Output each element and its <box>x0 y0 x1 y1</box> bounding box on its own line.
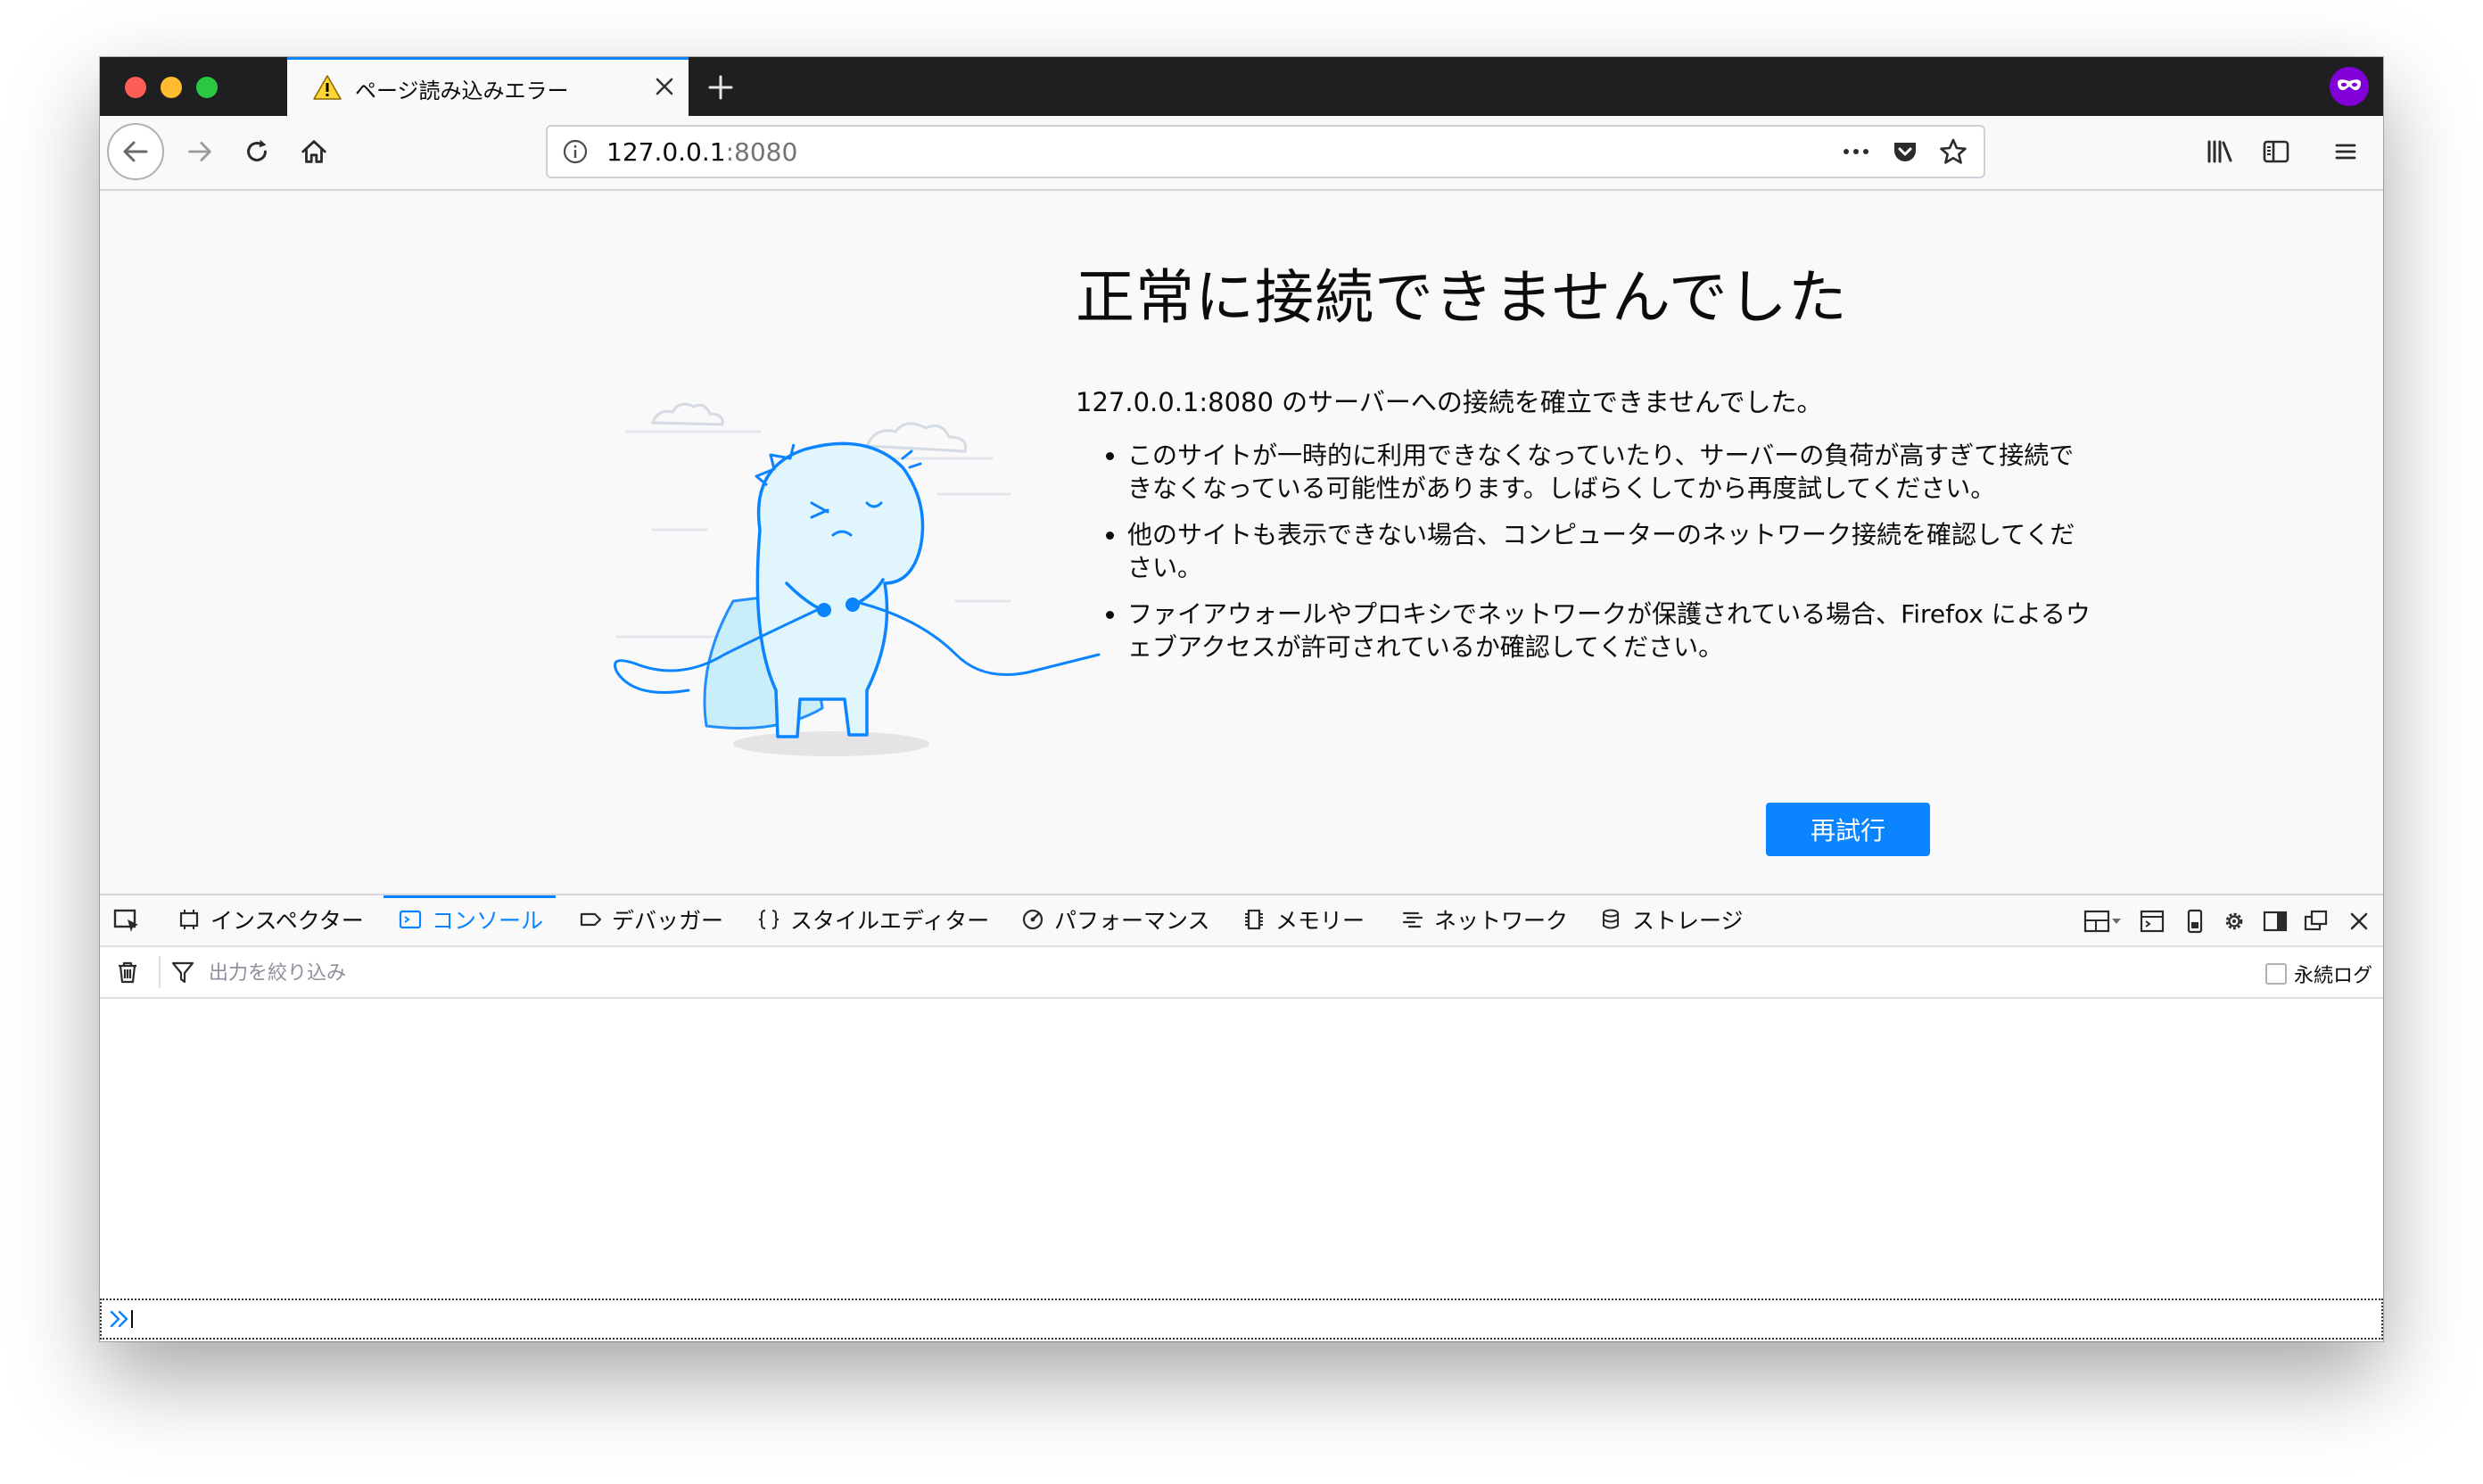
tab-inspector[interactable]: インスペクター <box>177 895 364 944</box>
error-description: 127.0.0.1:8080 のサーバーへの接続を確立できませんでした。 <box>1076 387 1823 417</box>
scratchpad-icon[interactable] <box>2139 908 2165 935</box>
console-prompt-chevron-icon <box>110 1310 133 1328</box>
tab-memory[interactable]: メモリー <box>1242 895 1365 944</box>
console-filter-bar: 永続ログ <box>100 947 2383 999</box>
disconnected-dinosaur-illustration <box>614 402 1101 756</box>
console-filter-input[interactable] <box>207 954 1013 992</box>
tab-label: メモリー <box>1275 908 1365 934</box>
settings-gear-icon[interactable] <box>2221 908 2248 935</box>
library-icon <box>2207 140 2232 163</box>
reload-icon <box>247 139 267 161</box>
url-port: :8080 <box>725 137 798 167</box>
forward-button[interactable] <box>175 127 225 177</box>
console-input[interactable] <box>100 1298 2383 1340</box>
warning-icon <box>313 75 342 100</box>
toolbar-separator <box>159 956 161 988</box>
tab-performance[interactable]: パフォーマンス <box>1020 895 1210 944</box>
tab-style-editor[interactable]: スタイルエディター <box>756 895 989 944</box>
devtools-panel: インスペクター コンソール デバッガー スタイルエディター パフォーマンス メモ… <box>100 894 2383 1341</box>
list-item: 他のサイトも表示できない場合、コンピューターのネットワーク接続を確認してください… <box>1127 518 2091 584</box>
inspector-icon <box>179 910 199 929</box>
persist-logs-toggle[interactable]: 永続ログ <box>2265 960 2372 988</box>
close-devtools-icon[interactable] <box>2346 908 2372 935</box>
hamburger-menu-icon <box>2335 144 2356 160</box>
bookmark-star-icon[interactable] <box>1939 137 1967 166</box>
element-picker-icon[interactable] <box>112 906 141 935</box>
list-item: このサイトが一時的に利用できなくなっていたり、サーバーの負荷が高すぎて接続できな… <box>1127 439 2091 505</box>
new-tab-icon[interactable] <box>703 70 738 105</box>
devtools-toolbar: インスペクター コンソール デバッガー スタイルエディター パフォーマンス メモ… <box>100 895 2383 947</box>
filter-funnel-icon <box>171 961 194 984</box>
braces-icon <box>758 910 780 929</box>
responsive-design-icon[interactable] <box>2182 908 2208 935</box>
debugger-icon <box>580 912 602 927</box>
tab-label: パフォーマンス <box>1054 908 1210 934</box>
url-bar[interactable]: 127.0.0.1:8080 <box>546 125 1985 178</box>
app-menu-button[interactable] <box>2322 128 2369 175</box>
private-browsing-icon <box>2330 67 2369 106</box>
error-suggestions-list: このサイトが一時的に利用できなくなっていたり、サーバーの負荷が高すぎて接続できな… <box>1076 439 2091 677</box>
browser-window: ページ読み込みエラー 127.0.0.1:8080 正常に接続できませんでした … <box>100 57 2383 1341</box>
tab-network[interactable]: ネットワーク <box>1400 895 1568 944</box>
back-button[interactable] <box>107 123 164 180</box>
url-host: 127.0.0.1 <box>606 137 726 167</box>
tab-close-icon[interactable] <box>653 75 676 98</box>
navigation-toolbar: 127.0.0.1:8080 <box>100 116 2383 191</box>
console-output <box>100 999 2383 1298</box>
site-info-icon[interactable] <box>562 138 589 165</box>
network-icon <box>1402 911 1423 928</box>
dock-side-icon[interactable] <box>2262 908 2289 935</box>
url-text: 127.0.0.1:8080 <box>606 137 797 167</box>
error-title: 正常に接続できませんでした <box>1076 263 1848 332</box>
persist-logs-label: 永続ログ <box>2294 965 2373 987</box>
window-close-button[interactable] <box>125 77 146 98</box>
tab-console[interactable]: コンソール <box>384 895 556 944</box>
persist-logs-checkbox[interactable] <box>2265 963 2287 985</box>
reload-button[interactable] <box>232 127 282 177</box>
window-maximize-button[interactable] <box>196 77 218 98</box>
console-icon <box>399 910 422 929</box>
tab-label: スタイルエディター <box>790 908 990 934</box>
retry-button[interactable]: 再試行 <box>1766 803 1930 856</box>
error-page: 正常に接続できませんでした 127.0.0.1:8080 のサーバーへの接続を確… <box>100 191 2383 894</box>
page-actions-more-icon[interactable] <box>1841 138 1871 165</box>
forward-arrow-icon <box>188 142 211 161</box>
sidebar-button[interactable] <box>2253 128 2299 175</box>
tab-strip: ページ読み込みエラー <box>100 57 2383 116</box>
storage-icon <box>1603 909 1619 929</box>
tab-label: ストレージ <box>1632 908 1744 934</box>
separate-window-icon[interactable] <box>2303 908 2330 935</box>
tab-storage[interactable]: ストレージ <box>1598 895 1744 944</box>
frame-picker-icon[interactable] <box>2083 908 2123 935</box>
list-item: ファイアウォールやプロキシでネットワークが保護されている場合、Firefox に… <box>1127 598 2091 664</box>
sidebar-icon <box>2263 140 2289 163</box>
back-arrow-icon <box>123 141 148 162</box>
home-icon <box>301 140 326 163</box>
window-minimize-button[interactable] <box>161 77 182 98</box>
performance-icon <box>1022 909 1044 930</box>
tab-active[interactable]: ページ読み込みエラー <box>287 57 689 116</box>
clear-console-trash-icon[interactable] <box>114 959 141 985</box>
tab-label: デバッガー <box>612 908 724 934</box>
home-button[interactable] <box>289 127 339 177</box>
pocket-icon[interactable] <box>1891 137 1919 166</box>
memory-chip-icon <box>1245 909 1263 930</box>
tab-label: コンソール <box>432 908 544 934</box>
tab-label: ネットワーク <box>1434 908 1569 934</box>
library-button[interactable] <box>2196 128 2242 175</box>
tab-label: インスペクター <box>210 908 364 934</box>
tab-title: ページ読み込みエラー <box>355 78 569 103</box>
tab-debugger[interactable]: デバッガー <box>578 895 723 944</box>
